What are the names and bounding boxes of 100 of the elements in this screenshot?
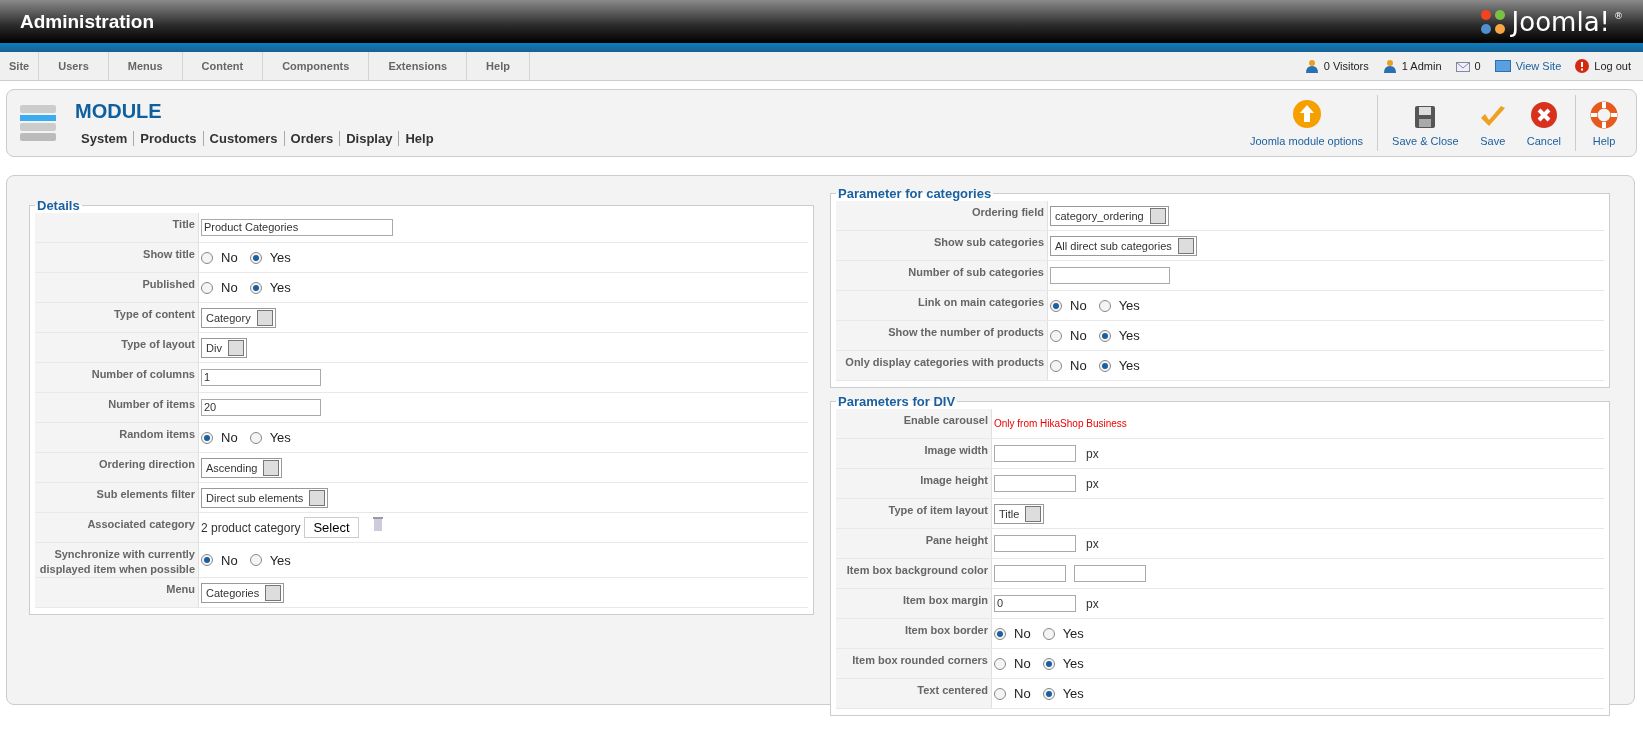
- menu-item[interactable]: Components: [263, 52, 370, 80]
- page-title: MODULE: [75, 100, 163, 123]
- dropdown[interactable]: All direct sub categories: [1050, 235, 1197, 256]
- radio-button[interactable]: [201, 554, 213, 566]
- notice-text: Only from HikaShop Business: [994, 418, 1127, 429]
- option-label: No: [1014, 626, 1031, 641]
- radio-button[interactable]: [1098, 359, 1111, 372]
- dropdown[interactable]: Categories: [201, 582, 285, 603]
- field-label: Link on main categories: [836, 291, 1048, 320]
- field-label: Number of sub categories: [836, 261, 1048, 290]
- text-field[interactable]: Product Categories: [201, 219, 393, 236]
- section-legend: Parameters for DIV: [836, 394, 958, 409]
- text-field[interactable]: [994, 475, 1076, 492]
- nav-link[interactable]: Display: [339, 131, 399, 146]
- dropdown[interactable]: category_ordering: [1050, 205, 1169, 226]
- field-label: Ordering field: [836, 201, 1048, 230]
- menu-item[interactable]: Site: [0, 52, 40, 80]
- field-label: Image width: [836, 439, 992, 468]
- radio-button[interactable]: [249, 554, 262, 566]
- radio-button[interactable]: [1050, 359, 1062, 372]
- radio-button[interactable]: [249, 281, 262, 294]
- option-label: Yes: [1062, 656, 1084, 671]
- module-icon: [19, 103, 57, 143]
- nav-link[interactable]: Customers: [202, 131, 284, 146]
- radio-button[interactable]: [1042, 687, 1055, 700]
- menu-item[interactable]: Users: [39, 52, 109, 80]
- menu-item[interactable]: Help: [467, 52, 530, 80]
- radio-button[interactable]: [1042, 627, 1055, 640]
- text-field[interactable]: [994, 445, 1076, 462]
- dropdown[interactable]: Ascending: [201, 457, 283, 478]
- status-link[interactable]: Log out: [1594, 60, 1631, 72]
- color-field[interactable]: [1074, 565, 1146, 582]
- status-link[interactable]: View Site: [1515, 60, 1562, 72]
- user-icon: [1382, 59, 1397, 73]
- text-field[interactable]: 0: [994, 595, 1076, 612]
- option-label: Yes: [1062, 686, 1084, 701]
- toolbar-button[interactable]: Save & Close: [1382, 95, 1469, 151]
- select-button[interactable]: Select: [304, 517, 359, 538]
- radio-button[interactable]: [249, 251, 262, 264]
- unit-label: px: [1086, 476, 1099, 491]
- field-label: Number of items: [35, 393, 199, 422]
- unit-label: px: [1086, 596, 1099, 611]
- field-label: Associated category: [35, 513, 199, 542]
- dropdown[interactable]: Category: [201, 307, 276, 328]
- field-label: Title: [35, 213, 199, 242]
- option-label: No: [1070, 298, 1087, 313]
- field-label: Type of item layout: [836, 499, 992, 528]
- status-link[interactable]: 0 Visitors: [1323, 60, 1369, 72]
- field-label: Item box border: [836, 619, 992, 648]
- option-label: No: [1070, 328, 1087, 343]
- color-field[interactable]: [994, 565, 1066, 582]
- field-label: Published: [35, 273, 199, 302]
- status-link[interactable]: 1 Admin: [1401, 60, 1442, 72]
- field-label: Item box margin: [836, 589, 992, 618]
- toolbar-button[interactable]: Joomla module options: [1239, 95, 1374, 151]
- field-label: Item box rounded corners: [836, 649, 992, 678]
- field-label: Type of layout: [35, 333, 199, 362]
- text-field[interactable]: 1: [201, 369, 321, 386]
- toolbar-button[interactable]: Save: [1468, 95, 1517, 151]
- radio-button[interactable]: [1050, 329, 1062, 342]
- lifebuoy-icon: [1590, 101, 1618, 129]
- option-label: Yes: [269, 280, 291, 295]
- radio-button[interactable]: [994, 627, 1006, 640]
- dropdown[interactable]: Direct sub elements: [201, 487, 329, 508]
- radio-button[interactable]: [1042, 657, 1055, 670]
- radio-button[interactable]: [1098, 299, 1111, 312]
- field-label: Show the number of products: [836, 321, 1048, 350]
- nav-link[interactable]: System: [75, 131, 134, 146]
- status-link[interactable]: 0: [1474, 60, 1481, 72]
- radio-button[interactable]: [1098, 329, 1111, 342]
- radio-button[interactable]: [201, 431, 213, 444]
- menu-item[interactable]: Content: [182, 52, 264, 80]
- dropdown[interactable]: Div: [201, 337, 247, 358]
- nav-link[interactable]: Products: [133, 131, 203, 146]
- field-label: Text centered: [836, 679, 992, 708]
- unit-label: px: [1086, 446, 1099, 461]
- menu-item[interactable]: Menus: [108, 52, 183, 80]
- field-label: Ordering direction: [35, 453, 199, 482]
- category-count: 2 product category: [201, 520, 301, 535]
- radio-button[interactable]: [249, 431, 262, 444]
- radio-button[interactable]: [201, 251, 213, 264]
- text-field[interactable]: 20: [201, 399, 321, 416]
- radio-button[interactable]: [201, 281, 213, 294]
- toolbar-button[interactable]: Help: [1580, 95, 1628, 151]
- nav-link[interactable]: Orders: [283, 131, 340, 146]
- nav-link[interactable]: Help: [398, 131, 440, 146]
- cancel-icon: [1529, 101, 1558, 129]
- radio-button[interactable]: [994, 687, 1006, 700]
- radio-button[interactable]: [1050, 299, 1062, 312]
- text-field[interactable]: [994, 535, 1076, 552]
- toolbar-button[interactable]: Cancel: [1516, 95, 1571, 151]
- option-label: No: [1014, 686, 1031, 701]
- menu-item[interactable]: Extensions: [369, 52, 468, 80]
- logo-text: Joomla!: [1511, 6, 1610, 37]
- alert-icon: [1575, 59, 1590, 73]
- trash-icon[interactable]: [372, 517, 383, 531]
- text-field[interactable]: [1050, 267, 1170, 284]
- radio-button[interactable]: [994, 657, 1006, 670]
- dropdown[interactable]: Title: [994, 503, 1045, 524]
- field-label: Number of columns: [35, 363, 199, 392]
